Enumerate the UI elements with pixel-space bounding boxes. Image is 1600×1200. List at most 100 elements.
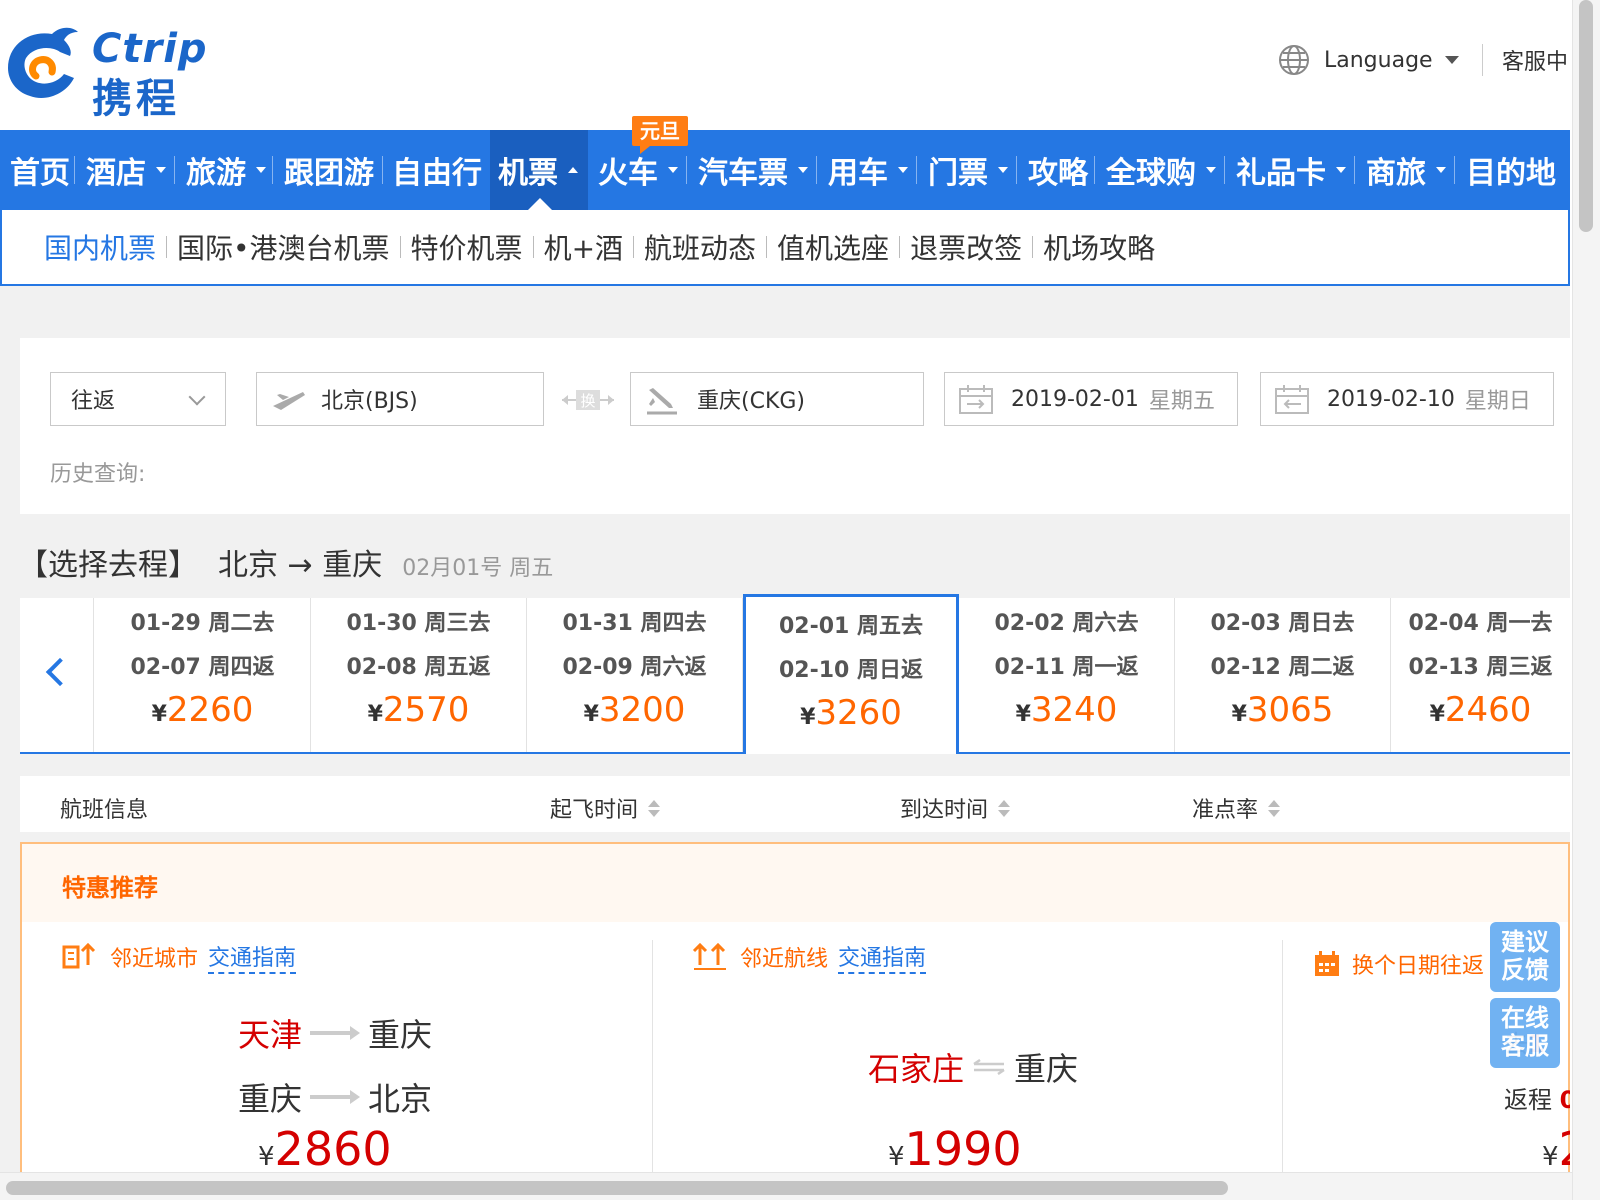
calendar-orange-icon (1315, 951, 1339, 976)
horizontal-scroll-thumb[interactable] (6, 1181, 1228, 1195)
nav-item-label: 汽车票 (698, 156, 788, 191)
caret-down-icon (1444, 56, 1459, 64)
date-back: 02-10 周日返 (778, 658, 924, 683)
date-back: 02-08 周五返 (346, 655, 491, 680)
date-option[interactable]: 01-31 周四去 02-09 周六返 ¥3200 (527, 598, 743, 752)
change-date-price: ¥2 (1542, 1122, 1570, 1176)
nav-item-free-travel[interactable]: 自由行 (392, 130, 482, 210)
date-option[interactable]: 01-29 周二去 02-07 周四返 ¥2260 (95, 598, 311, 752)
date-back: 02-09 周六返 (562, 655, 707, 680)
nav-item-group-tour[interactable]: 跟团游 (284, 130, 374, 210)
nav-item-label: 火车 (598, 156, 658, 191)
nav-item-bus[interactable]: 汽车票 (698, 130, 808, 210)
nearby-city-guide-link[interactable]: 交通指南 (208, 940, 297, 974)
language-selector[interactable]: Language (1278, 42, 1459, 78)
nav-item-home[interactable]: 首页 (10, 130, 70, 210)
yen-sign: ¥ (151, 702, 167, 727)
date-option[interactable]: 02-04 周一去 02-13 周三返 ¥2460 (1391, 598, 1570, 752)
swap-cities-icon[interactable]: 换 (560, 390, 616, 410)
nav-item-label: 机票 (498, 156, 558, 191)
subnav-flight-hotel[interactable]: 机+酒 (544, 227, 623, 267)
sort-by-ontime-rate[interactable]: 准点率 (1192, 792, 1281, 824)
subnav-divider (633, 236, 635, 258)
nav-item-gift-card[interactable]: 礼品卡 (1236, 130, 1346, 210)
date-option[interactable]: 02-02 周六去 02-11 周一返 ¥3240 (959, 598, 1175, 752)
trip-type-select[interactable]: 往返 (50, 372, 226, 426)
calendar-icon (959, 385, 993, 414)
date-back: 02-11 周一返 (994, 655, 1139, 680)
selected-date: 02月01号 周五 (402, 556, 554, 581)
special-offers-panel: 特惠推荐 邻近城市 交通指南 天津 重庆 重庆 北京 ¥2860 邻近航线 交通… (20, 842, 1570, 1200)
caret-down-icon (156, 167, 166, 173)
subnav-international-flights[interactable]: 国际•港澳台机票 (177, 227, 390, 267)
ctrip-logo[interactable]: Ctrip 携程 (0, 12, 240, 122)
date-go: 01-29 周二去 (130, 611, 275, 636)
nav-divider (686, 156, 687, 184)
nav-divider (1094, 156, 1095, 184)
price-amount: 3260 (815, 693, 902, 733)
nav-item-guides[interactable]: 攻略 (1028, 130, 1088, 210)
nearby-route-guide-link[interactable]: 交通指南 (838, 940, 927, 974)
change-date-return: 返程 02 (1504, 1080, 1570, 1115)
vertical-scroll-thumb[interactable] (1579, 0, 1593, 232)
nav-item-label: 攻略 (1028, 156, 1088, 191)
col-ontime-label: 准点率 (1192, 798, 1259, 823)
chevron-left-icon (45, 657, 75, 687)
nav-item-label: 酒店 (86, 156, 146, 191)
price-amount: 3200 (598, 690, 686, 730)
sort-by-arrive-time[interactable]: 到达时间 (900, 792, 1011, 824)
nav-divider (1354, 156, 1355, 184)
subnav-airport-guide[interactable]: 机场攻略 (1043, 227, 1155, 267)
nearby-route-line: 石家庄 重庆 (868, 1044, 1078, 1090)
vertical-scrollbar[interactable] (1572, 0, 1600, 1200)
date-price: ¥3260 (746, 693, 956, 733)
customer-service-link[interactable]: 客服中 (1502, 44, 1568, 76)
subnav-domestic-flights[interactable]: 国内机票 (44, 227, 156, 267)
sort-by-depart-time[interactable]: 起飞时间 (550, 792, 661, 824)
departure-city-field[interactable]: 北京(BJS) (256, 372, 544, 426)
nearby-city-route-2: 重庆 北京 (238, 1074, 432, 1120)
online-service-button[interactable]: 在线客服 (1490, 998, 1560, 1068)
nav-item-business[interactable]: 商旅 (1366, 130, 1446, 210)
date-option[interactable]: 02-03 周日去 02-12 周二返 ¥3065 (1175, 598, 1391, 752)
date-option[interactable]: 01-30 周三去 02-08 周五返 ¥2570 (311, 598, 527, 752)
subnav-refund-change[interactable]: 退票改签 (910, 227, 1022, 267)
col-depart-label: 起飞时间 (550, 798, 639, 823)
round-trip-arrow-icon (973, 1059, 1005, 1075)
subnav-divider (399, 236, 401, 258)
subnav-divider (1032, 236, 1034, 258)
subnav-check-in[interactable]: 值机选座 (777, 227, 889, 267)
return-date-field[interactable]: 2019-02-10 星期日 (1260, 372, 1554, 426)
nearby-city-icon (62, 942, 96, 969)
route-destination: 重庆 (368, 1016, 433, 1054)
route-origin: 重庆 (238, 1080, 303, 1118)
calendar-return-icon (1275, 385, 1309, 414)
nav-item-tickets[interactable]: 门票 (928, 130, 1008, 210)
nav-divider (382, 156, 383, 184)
nav-item-car[interactable]: 用车 (828, 130, 908, 210)
plane-takeoff-icon (273, 392, 305, 410)
arrival-city-field[interactable]: 重庆(CKG) (630, 372, 924, 426)
nav-item-label: 门票 (928, 156, 988, 191)
nearby-route-card[interactable]: 邻近航线 交通指南 石家庄 重庆 ¥1990 (692, 940, 1252, 1200)
nearby-city-header: 邻近城市 交通指南 (62, 940, 652, 974)
nav-item-destination[interactable]: 目的地 (1466, 130, 1556, 210)
nav-item-hotel[interactable]: 酒店 (86, 130, 166, 210)
nav-item-global-shop[interactable]: 全球购 (1106, 130, 1216, 210)
feedback-button[interactable]: 建议反馈 (1490, 922, 1560, 992)
col-flight-info: 航班信息 (60, 792, 148, 824)
price-amount: 2570 (382, 690, 470, 730)
horizontal-scrollbar[interactable] (0, 1172, 1572, 1200)
nearby-route-label: 邻近航线 (740, 947, 829, 972)
price-amount: 3065 (1246, 690, 1334, 730)
date-option-selected[interactable]: 02-01 周五去 02-10 周日返 ¥3260 (743, 594, 959, 754)
carousel-prev-button[interactable] (20, 598, 94, 752)
yen-sign: ¥ (1542, 1142, 1559, 1172)
nearby-city-card[interactable]: 邻近城市 交通指南 天津 重庆 重庆 北京 ¥2860 (62, 940, 652, 1200)
subnav-special-fares[interactable]: 特价机票 (411, 227, 523, 267)
price-amount: 3240 (1030, 690, 1118, 730)
nav-divider (816, 156, 817, 184)
nav-item-travel[interactable]: 旅游 (186, 130, 266, 210)
departure-date-field[interactable]: 2019-02-01 星期五 (944, 372, 1238, 426)
subnav-flight-status[interactable]: 航班动态 (644, 227, 756, 267)
